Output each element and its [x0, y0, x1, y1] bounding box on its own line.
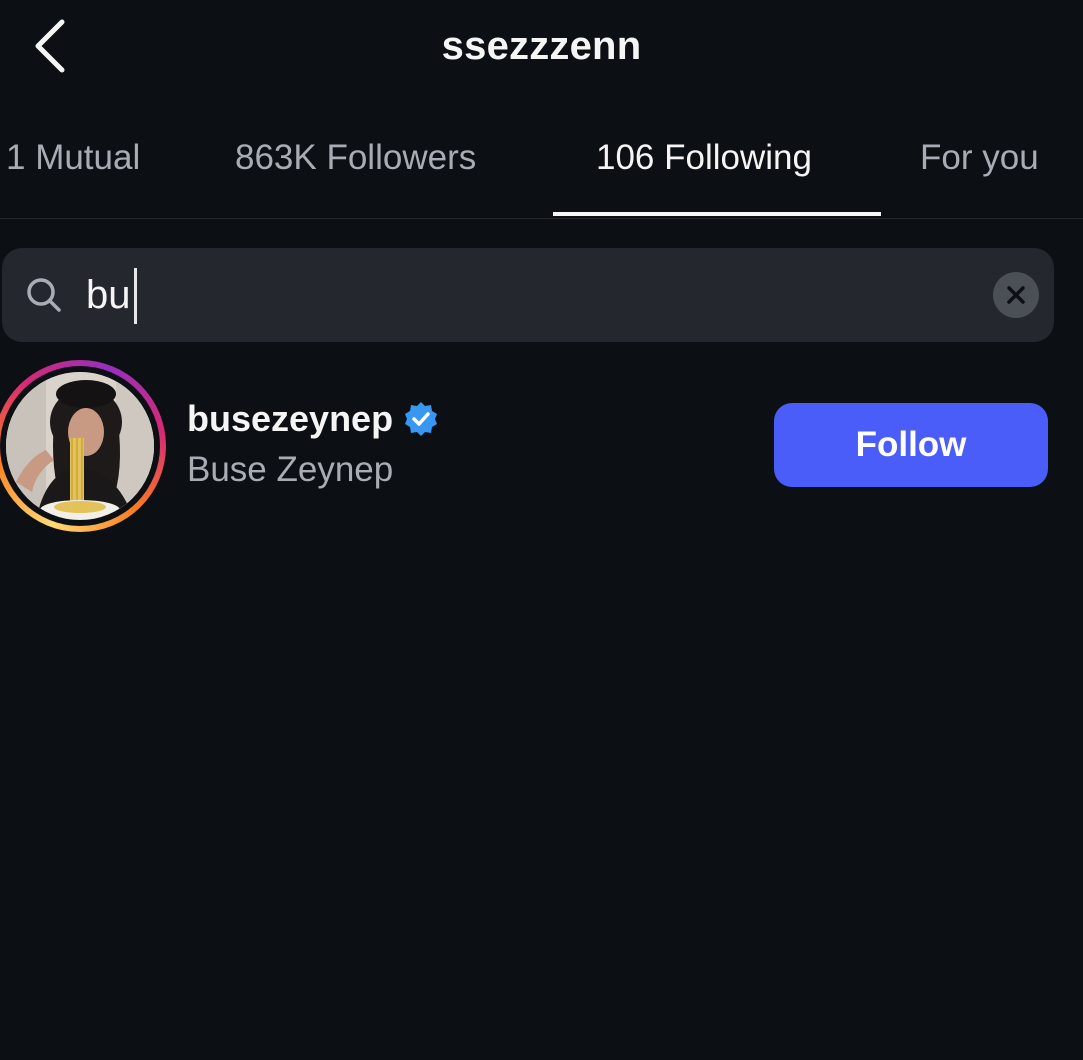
- tab-following[interactable]: 106 Following: [596, 138, 812, 178]
- active-tab-indicator: [553, 212, 881, 216]
- header: ssezzzenn: [0, 0, 1083, 96]
- tab-for-you[interactable]: For you: [920, 138, 1039, 178]
- tab-mutual[interactable]: 1 Mutual: [6, 138, 140, 178]
- avatar: [6, 372, 154, 520]
- tab-followers[interactable]: 863K Followers: [235, 138, 476, 178]
- full-name: Buse Zeynep: [187, 450, 394, 489]
- search-input[interactable]: [86, 266, 966, 324]
- user-list-item[interactable]: busezeynep Buse Zeynep Follow: [0, 358, 1083, 534]
- follow-button[interactable]: Follow: [774, 403, 1048, 487]
- username[interactable]: busezeynep: [187, 398, 393, 440]
- search-bar: [2, 248, 1054, 342]
- following-screen: ssezzzenn 1 Mutual 863K Followers 106 Fo…: [0, 0, 1083, 1060]
- tab-bar: 1 Mutual 863K Followers 106 Following Fo…: [0, 108, 1083, 219]
- close-icon: [1007, 286, 1025, 304]
- story-ring[interactable]: [0, 360, 166, 532]
- search-icon: [27, 278, 61, 312]
- verified-badge-icon: [405, 402, 438, 436]
- text-cursor: [134, 268, 137, 324]
- profile-username-title: ssezzzenn: [441, 24, 642, 68]
- clear-search-button[interactable]: [993, 272, 1039, 318]
